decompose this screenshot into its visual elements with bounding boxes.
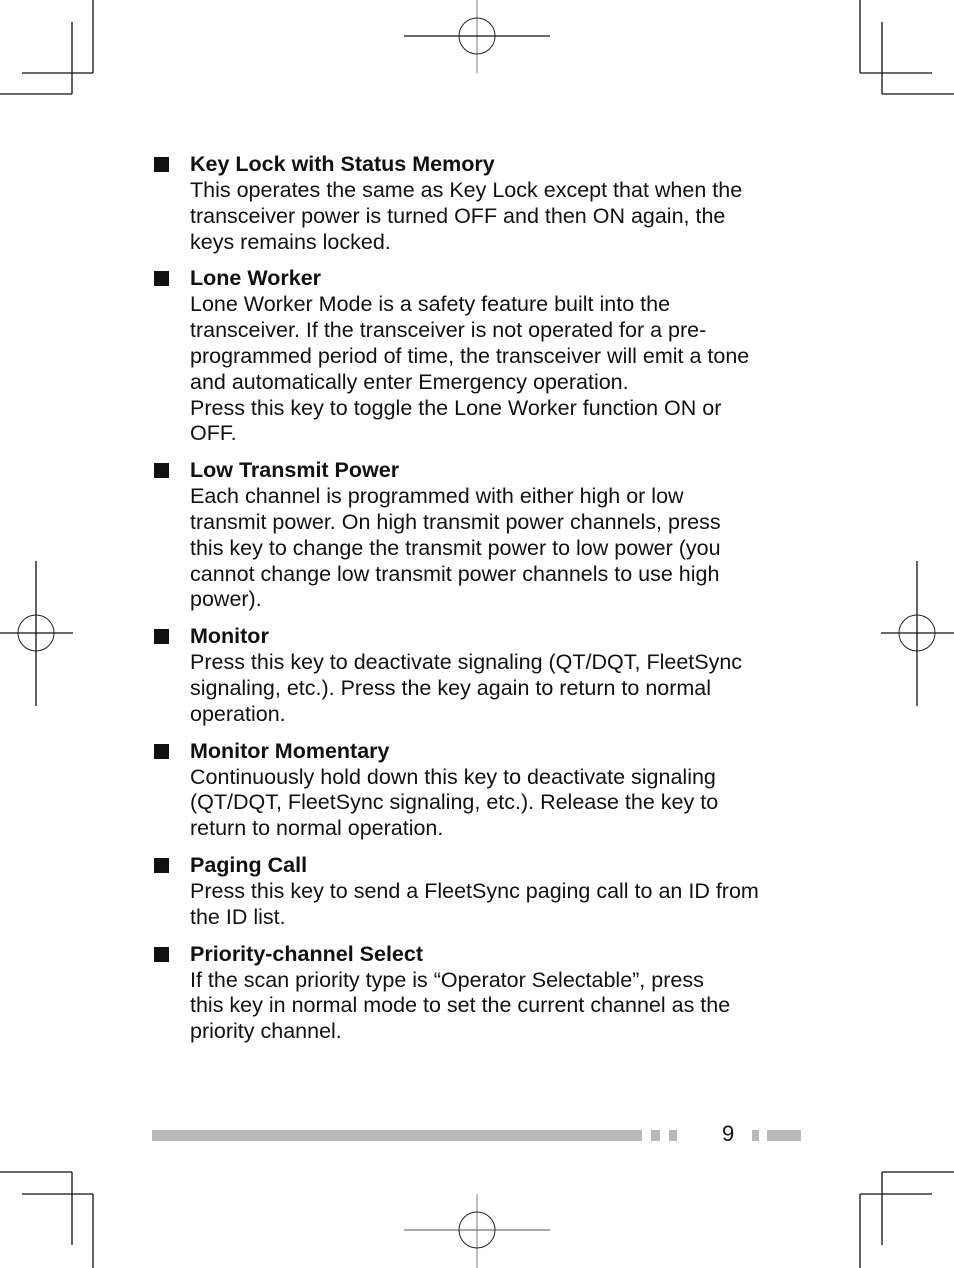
entry-description: Continuously hold down this key to deact… — [190, 765, 812, 842]
entry-description: This operates the same as Key Lock excep… — [190, 178, 812, 255]
entry-monitor: Monitor Press this key to deactivate sig… — [152, 622, 812, 727]
entry-priority-channel-select: Priority-channel Select If the scan prio… — [152, 940, 812, 1045]
description-line: cannot change low transmit power channel… — [190, 561, 720, 586]
entry-monitor-momentary: Monitor Momentary Continuously hold down… — [152, 737, 812, 842]
square-bullet-icon — [154, 271, 169, 287]
registration-mark-left — [0, 561, 73, 706]
registration-mark-top — [404, 0, 550, 73]
description-line: Press this key to toggle the Lone Worker… — [190, 395, 722, 420]
footer-bar-block — [651, 1130, 660, 1141]
crop-mark-bottom-left — [0, 1171, 94, 1268]
description-line: return to normal operation. — [190, 816, 444, 841]
description-line: this key in normal mode to set the curre… — [190, 993, 731, 1018]
square-bullet-icon — [154, 157, 169, 172]
footer-bar-block — [669, 1130, 677, 1141]
registration-mark-bottom — [404, 1194, 550, 1268]
description-line: operation. — [190, 701, 286, 726]
description-line: (QT/DQT, FleetSync signaling, etc.). Rel… — [190, 790, 719, 815]
entry-description: Press this key to send a FleetSync pagin… — [190, 879, 812, 931]
entry-lone-worker: Lone Worker Lone Worker Mode is a safety… — [152, 264, 812, 447]
description-line: If the scan priority type is “Operator S… — [190, 967, 704, 992]
description-line: power). — [190, 587, 262, 612]
description-line: This operates the same as Key Lock excep… — [190, 178, 743, 202]
entry-key-lock-status-memory: Key Lock with Status Memory This operate… — [152, 150, 812, 255]
entry-title: Paging Call — [190, 852, 308, 877]
footer-bar-long — [152, 1130, 642, 1141]
description-line: transceiver. If the transceiver is not o… — [190, 318, 707, 343]
entry-description: Lone Worker Mode is a safety feature bui… — [190, 292, 812, 447]
crop-mark-bottom-right — [859, 1171, 954, 1268]
description-line: Lone Worker Mode is a safety feature bui… — [190, 292, 671, 317]
description-line: Press this key to send a FleetSync pagin… — [190, 878, 759, 903]
square-bullet-icon — [154, 629, 169, 645]
square-bullet-icon — [154, 857, 169, 873]
page-number: 9 — [722, 1121, 735, 1146]
entry-description: Each channel is programmed with either h… — [190, 484, 812, 613]
square-bullet-icon — [154, 463, 169, 479]
description-line: programmed period of time, the transceiv… — [190, 343, 750, 368]
entry-title: Lone Worker — [190, 266, 322, 291]
entry-title: Priority-channel Select — [190, 941, 423, 966]
crop-mark-top-right — [859, 0, 954, 95]
footer-bar-short — [767, 1130, 801, 1141]
description-line: and automatically enter Emergency operat… — [190, 369, 629, 394]
function-list: Key Lock with Status Memory This operate… — [152, 150, 812, 1054]
entry-title: Monitor — [190, 624, 269, 649]
description-line: OFF. — [190, 421, 237, 446]
description-line: keys remains locked. — [190, 229, 391, 254]
description-line: transceiver power is turned OFF and then… — [190, 203, 726, 228]
crop-mark-top-left — [0, 0, 94, 95]
footer-bar-block — [752, 1130, 759, 1141]
description-line: Continuously hold down this key to deact… — [190, 764, 716, 789]
square-bullet-icon — [154, 946, 169, 962]
entry-title: Low Transmit Power — [190, 458, 400, 483]
entry-description: If the scan priority type is “Operator S… — [190, 968, 812, 1045]
entry-title: Key Lock with Status Memory — [190, 152, 495, 176]
entry-low-transmit-power: Low Transmit Power Each channel is progr… — [152, 456, 812, 613]
description-line: this key to change the transmit power to… — [190, 535, 721, 560]
entry-description: Press this key to deactivate signaling (… — [190, 650, 812, 727]
description-line: priority channel. — [190, 1019, 342, 1044]
description-line: Press this key to deactivate signaling (… — [190, 650, 743, 675]
square-bullet-icon — [154, 743, 169, 759]
description-line: the ID list. — [190, 904, 286, 929]
description-line: transmit power. On high transmit power c… — [190, 509, 721, 534]
registration-mark-right — [881, 561, 954, 706]
entry-paging-call: Paging Call Press this key to send a Fle… — [152, 851, 812, 931]
description-line: Each channel is programmed with either h… — [190, 484, 684, 509]
description-line: signaling, etc.). Press the key again to… — [190, 675, 712, 700]
page-footer: 9 — [152, 1121, 812, 1146]
entry-title: Monitor Momentary — [190, 738, 390, 763]
